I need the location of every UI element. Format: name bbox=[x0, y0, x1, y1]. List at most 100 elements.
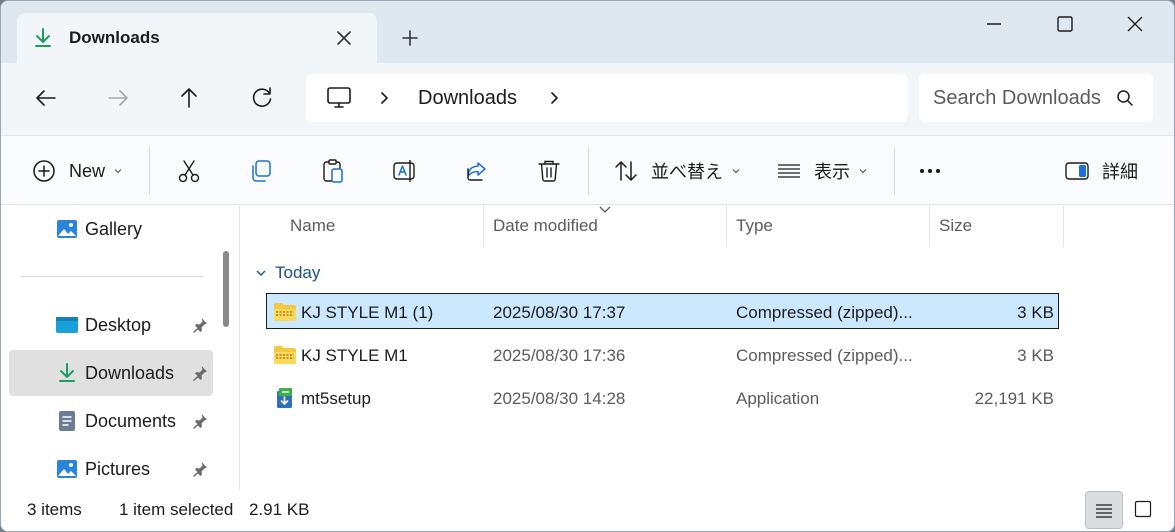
sidebar-item-label: Documents bbox=[85, 411, 177, 431]
chevron-down-icon bbox=[859, 169, 867, 174]
sidebar-item-documents[interactable]: Documents bbox=[9, 398, 213, 444]
copy-button[interactable] bbox=[248, 154, 274, 188]
sidebar-item-pictures[interactable]: Pictures bbox=[9, 446, 213, 492]
file-date: 2025/08/30 17:36 bbox=[493, 346, 626, 365]
close-tab-icon[interactable] bbox=[331, 25, 357, 51]
sort-icon bbox=[615, 161, 637, 181]
details-label: 詳細 bbox=[1102, 162, 1138, 182]
maximize-icon[interactable] bbox=[1042, 9, 1088, 39]
forward-icon[interactable] bbox=[101, 81, 135, 115]
breadcrumb-chevron-icon[interactable] bbox=[546, 90, 562, 106]
file-type: Application bbox=[736, 389, 820, 408]
view-list-icon bbox=[778, 164, 800, 178]
sidebar-scrollbar[interactable] bbox=[223, 251, 229, 327]
zip-folder-icon bbox=[274, 303, 296, 321]
details-pane-icon bbox=[1065, 162, 1089, 180]
column-divider[interactable] bbox=[929, 205, 930, 247]
sidebar-item-label: Desktop bbox=[85, 315, 152, 335]
file-row[interactable]: mt5setup 2025/08/30 14:28 Application 22… bbox=[266, 379, 1059, 415]
group-header-today[interactable]: Today bbox=[255, 263, 320, 283]
column-header-type[interactable]: Type bbox=[736, 216, 773, 236]
chevron-down-icon bbox=[256, 270, 266, 276]
rename-icon bbox=[393, 160, 415, 182]
sidebar-item-gallery[interactable]: Gallery bbox=[9, 206, 213, 252]
tab-downloads[interactable]: Downloads bbox=[17, 13, 377, 65]
desktop-icon bbox=[56, 317, 78, 333]
column-header-name[interactable]: Name bbox=[290, 216, 335, 236]
navigation-pane: Gallery Desktop Downloads Documents Pict… bbox=[1, 205, 241, 491]
sidebar-item-label: Pictures bbox=[85, 459, 151, 479]
copy-icon bbox=[252, 160, 271, 182]
paste-button[interactable] bbox=[320, 154, 346, 188]
up-icon[interactable] bbox=[172, 81, 206, 115]
documents-icon bbox=[59, 411, 75, 431]
tiles-view-icon bbox=[1134, 500, 1152, 518]
pin-icon[interactable] bbox=[191, 364, 209, 382]
breadcrumb-downloads[interactable]: Downloads bbox=[418, 87, 517, 110]
add-icon bbox=[33, 160, 55, 182]
tab-title: Downloads bbox=[69, 28, 160, 47]
pin-icon[interactable] bbox=[191, 412, 209, 430]
gallery-icon bbox=[57, 220, 77, 238]
file-name: KJ STYLE M1 (1) bbox=[301, 303, 434, 322]
delete-icon bbox=[538, 160, 560, 182]
minimize-icon[interactable] bbox=[971, 9, 1017, 39]
file-list: Name Date modified Type Size Today KJ ST… bbox=[241, 205, 1174, 491]
this-pc-icon[interactable] bbox=[326, 86, 352, 110]
column-divider[interactable] bbox=[1063, 205, 1064, 247]
cut-icon bbox=[178, 160, 200, 183]
pane-divider bbox=[239, 205, 240, 491]
toolbar-divider bbox=[588, 147, 589, 195]
search-box[interactable] bbox=[919, 74, 1153, 122]
new-tab-icon[interactable] bbox=[397, 25, 423, 51]
more-button[interactable] bbox=[917, 154, 943, 188]
download-arrow-icon bbox=[59, 363, 75, 382]
details-view-icon bbox=[1096, 504, 1112, 518]
paste-icon bbox=[323, 159, 343, 183]
selection-size: 2.91 KB bbox=[249, 500, 310, 519]
delete-button[interactable] bbox=[536, 154, 562, 188]
sort-label: 並べ替え bbox=[651, 162, 723, 182]
sidebar-item-downloads[interactable]: Downloads bbox=[9, 350, 213, 396]
view-button[interactable]: 表示 bbox=[776, 154, 868, 188]
details-pane-button[interactable]: 詳細 bbox=[1064, 154, 1138, 188]
column-divider[interactable] bbox=[483, 205, 484, 247]
view-label: 表示 bbox=[814, 162, 850, 182]
file-row[interactable]: KJ STYLE M1 2025/08/30 17:36 Compressed … bbox=[266, 336, 1059, 372]
column-divider[interactable] bbox=[726, 205, 727, 247]
column-header-size[interactable]: Size bbox=[939, 216, 972, 236]
file-explorer-window: Downloads Downloads Search Downloads New… bbox=[0, 0, 1175, 532]
sort-descending-icon bbox=[599, 206, 611, 213]
navigation-bar: Downloads bbox=[1, 63, 1174, 135]
search-input[interactable] bbox=[933, 84, 1101, 112]
close-icon[interactable] bbox=[1112, 9, 1158, 39]
new-button[interactable]: New bbox=[31, 154, 123, 188]
file-row[interactable]: KJ STYLE M1 (1) 2025/08/30 17:37 Compres… bbox=[266, 293, 1059, 329]
address-bar[interactable]: Downloads bbox=[306, 74, 908, 122]
share-icon bbox=[467, 162, 486, 181]
back-icon[interactable] bbox=[29, 81, 63, 115]
share-button[interactable] bbox=[464, 154, 490, 188]
rename-button[interactable] bbox=[392, 154, 418, 188]
search-icon[interactable] bbox=[1115, 88, 1135, 108]
sidebar-item-desktop[interactable]: Desktop bbox=[9, 302, 213, 348]
file-size: 22,191 KB bbox=[974, 389, 1054, 408]
cut-button[interactable] bbox=[176, 154, 202, 188]
column-header-date-modified[interactable]: Date modified bbox=[493, 216, 598, 236]
sort-button[interactable]: 並べ替え bbox=[613, 154, 741, 188]
file-date: 2025/08/30 17:37 bbox=[493, 303, 626, 322]
tiles-view-button[interactable] bbox=[1125, 491, 1163, 529]
refresh-icon[interactable] bbox=[245, 81, 279, 115]
more-icon bbox=[920, 169, 940, 173]
pin-icon[interactable] bbox=[191, 460, 209, 478]
details-view-button[interactable] bbox=[1085, 491, 1123, 529]
file-type: Compressed (zipped)... bbox=[736, 303, 913, 322]
new-label: New bbox=[69, 160, 106, 181]
breadcrumb-chevron-icon[interactable] bbox=[376, 90, 392, 106]
sidebar-item-label: Gallery bbox=[85, 219, 143, 239]
pin-icon[interactable] bbox=[191, 316, 209, 334]
file-name: KJ STYLE M1 bbox=[301, 346, 408, 365]
sidebar-divider bbox=[21, 276, 203, 277]
download-arrow-icon bbox=[35, 28, 51, 47]
item-count: 3 items bbox=[27, 500, 82, 519]
